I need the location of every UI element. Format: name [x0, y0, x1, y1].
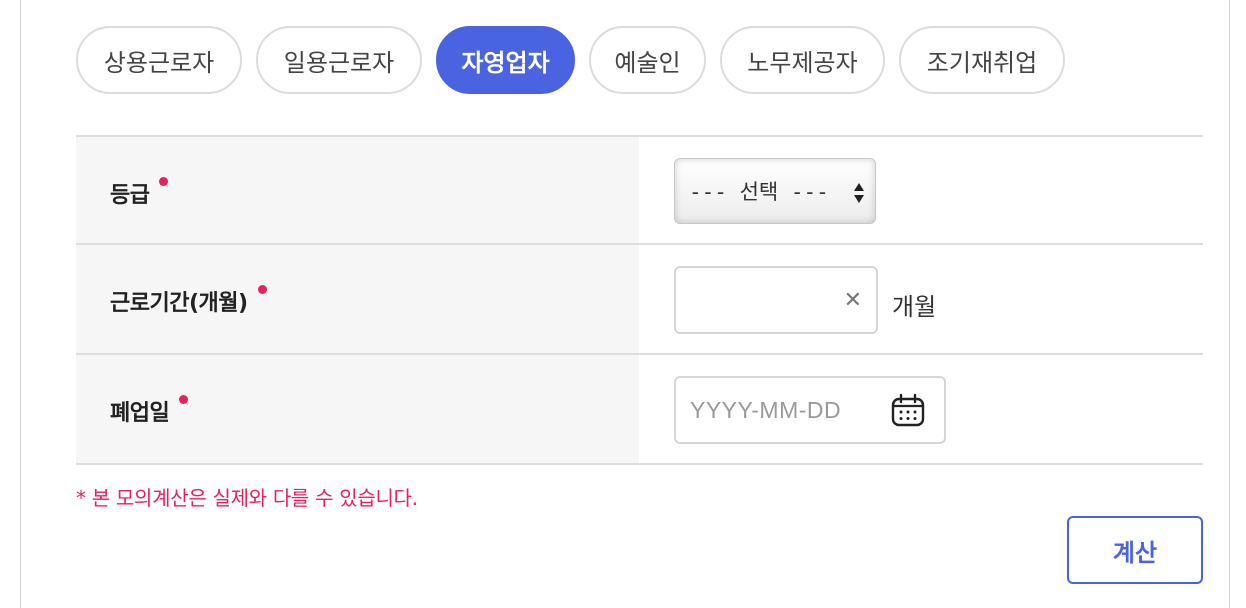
calculate-button[interactable]: 계산	[1067, 516, 1203, 584]
sort-arrows-icon	[854, 183, 864, 203]
tab-early-reemployment[interactable]: 조기재취업	[899, 26, 1065, 94]
work-period-label-text: 근로기간(개월)	[110, 291, 248, 316]
required-dot-icon	[179, 395, 189, 404]
tab-daily-worker[interactable]: 일용근로자	[256, 26, 422, 94]
work-period-row: 근로기간(개월) ✕ 개월	[76, 245, 1203, 355]
calculation-form: 등급 --- 선택 --- 근로기간(개월) ✕ 개월 폐업일 YYYY-MM-…	[76, 135, 1203, 465]
close-icon[interactable]: ✕	[844, 288, 862, 313]
calendar-icon[interactable]	[890, 392, 926, 428]
tab-regular-worker[interactable]: 상용근로자	[76, 26, 242, 94]
grade-label: 등급	[110, 177, 169, 209]
closure-date-label-cell: 폐업일	[76, 355, 639, 463]
work-period-label-cell: 근로기간(개월)	[76, 245, 639, 353]
work-period-unit: 개월	[892, 293, 937, 321]
closure-date-label-text: 폐업일	[110, 401, 170, 426]
grade-label-cell: 등급	[76, 137, 639, 243]
required-dot-icon	[257, 285, 267, 294]
date-placeholder: YYYY-MM-DD	[690, 397, 842, 423]
tab-artist[interactable]: 예술인	[589, 26, 706, 94]
required-dot-icon	[159, 177, 169, 186]
work-period-label: 근로기간(개월)	[110, 285, 267, 317]
grade-row: 등급 --- 선택 ---	[76, 135, 1203, 245]
tab-labor-provider[interactable]: 노무제공자	[720, 26, 885, 94]
work-period-input[interactable]: ✕	[674, 266, 878, 334]
closure-date-label: 폐업일	[110, 395, 189, 427]
simulation-notice: * 본 모의계산은 실제와 다를 수 있습니다.	[76, 486, 418, 510]
closure-date-row: 폐업일 YYYY-MM-DD	[76, 355, 1203, 465]
closure-date-input[interactable]: YYYY-MM-DD	[674, 376, 946, 444]
grade-select[interactable]: --- 선택 ---	[674, 158, 876, 224]
grade-label-text: 등급	[110, 183, 150, 208]
tab-self-employed[interactable]: 자영업자	[436, 26, 575, 94]
grade-select-value: --- 선택 ---	[689, 180, 829, 204]
worker-type-tabs: 상용근로자 일용근로자 자영업자 예술인 노무제공자 조기재취업	[76, 26, 1079, 94]
